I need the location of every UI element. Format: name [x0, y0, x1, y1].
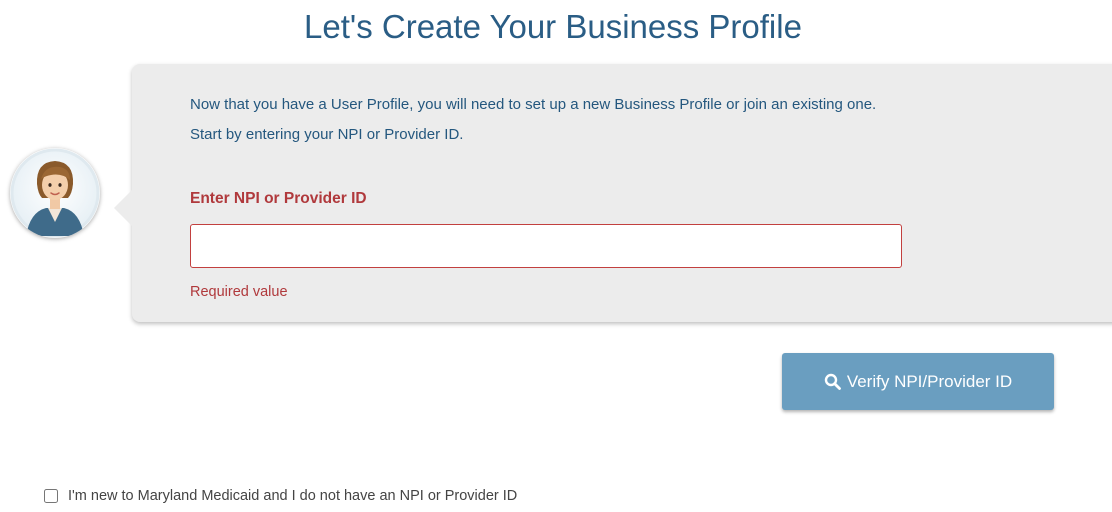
page: Let's Create Your Business Profile Now t… [0, 0, 1112, 512]
new-provider-checkbox-label[interactable]: I'm new to Maryland Medicaid and I do no… [68, 488, 517, 504]
npi-provider-id-input[interactable] [190, 224, 902, 268]
search-icon [824, 373, 841, 390]
speech-bubble-pointer [114, 190, 132, 226]
page-title: Let's Create Your Business Profile [304, 8, 802, 45]
intro-text: Now that you have a User Profile, you wi… [190, 90, 1090, 150]
intro-line-2: Start by entering your NPI or Provider I… [190, 126, 464, 143]
avatar [10, 148, 100, 238]
new-provider-checkbox[interactable] [44, 489, 58, 503]
npi-field-label: Enter NPI or Provider ID [190, 190, 367, 207]
npi-entry-card: Now that you have a User Profile, you wi… [114, 64, 1112, 322]
verify-button-label: Verify NPI/Provider ID [846, 371, 1013, 391]
new-provider-option: I'm new to Maryland Medicaid and I do no… [44, 488, 517, 504]
required-error-message: Required value [190, 284, 288, 300]
assistant-avatar-icon [10, 148, 100, 238]
verify-npi-button[interactable]: Verify NPI/Provider ID [782, 353, 1054, 410]
intro-line-1: Now that you have a User Profile, you wi… [190, 96, 877, 113]
